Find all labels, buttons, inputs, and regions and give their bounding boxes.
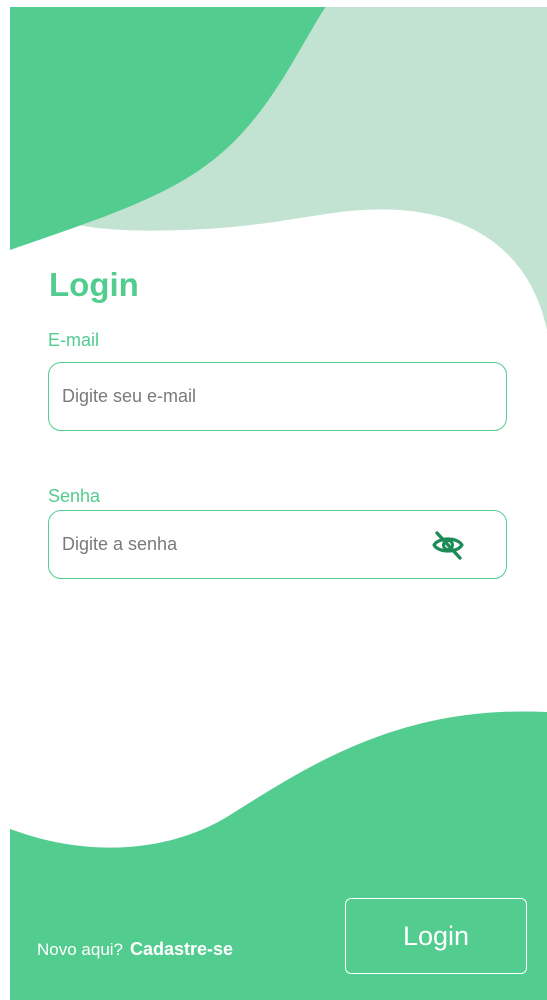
eye-off-icon[interactable]: [431, 529, 465, 561]
new-here-text: Novo aqui?: [37, 940, 124, 959]
left-frame-strip: [0, 0, 10, 1000]
password-field-container[interactable]: [48, 510, 507, 579]
password-input[interactable]: [62, 511, 422, 578]
page-title: Login: [49, 266, 139, 303]
email-field-container[interactable]: [48, 362, 507, 431]
top-frame-strip: [0, 0, 547, 7]
signup-prompt: Novo aqui? Cadastre-se: [37, 939, 233, 960]
email-label: E-mail: [48, 330, 100, 350]
login-button[interactable]: Login: [345, 898, 527, 974]
login-screen: Login E-mail Senha Novo aqui? Cadastre-se…: [0, 0, 547, 1000]
email-input[interactable]: [62, 363, 422, 430]
signup-link[interactable]: Cadastre-se: [130, 939, 233, 959]
password-label: Senha: [48, 486, 101, 506]
